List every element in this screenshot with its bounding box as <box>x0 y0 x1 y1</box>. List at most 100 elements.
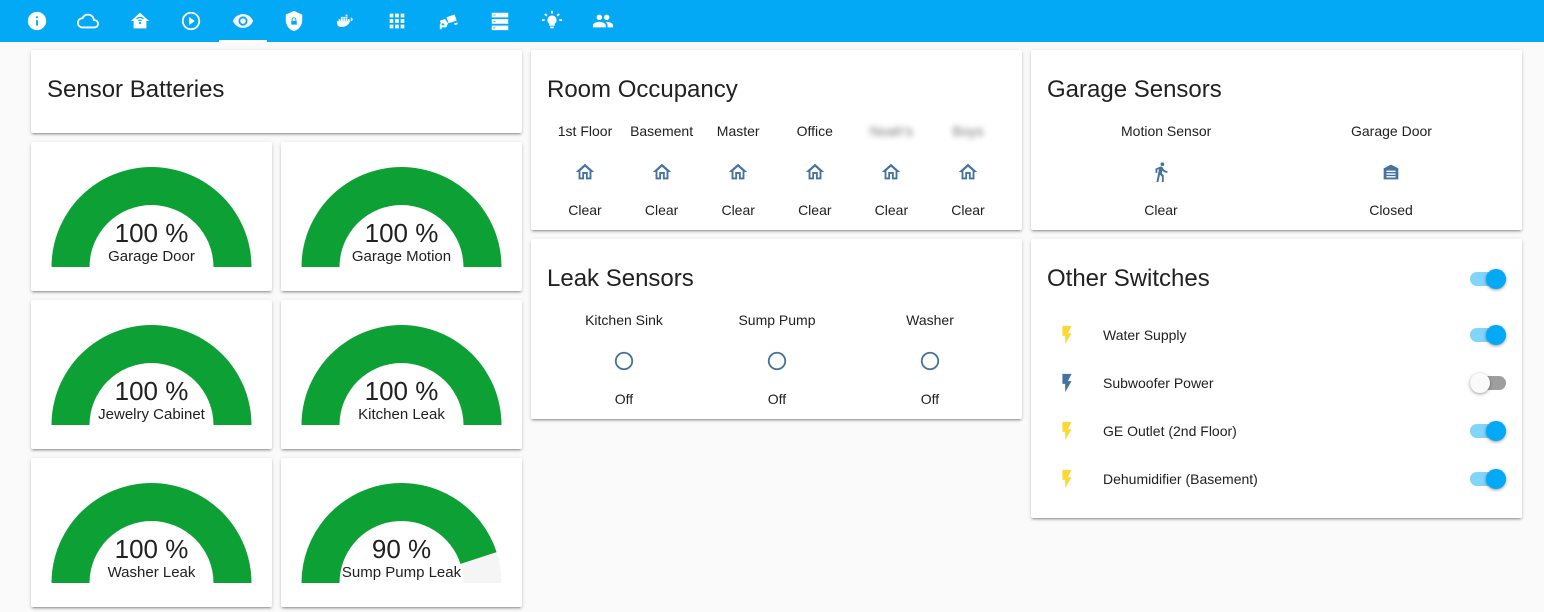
switch-row[interactable]: Subwoofer Power <box>1047 363 1506 403</box>
leak-sensor-entity[interactable]: Kitchen Sink Off <box>584 311 664 408</box>
entity-state: Clear <box>1144 202 1178 218</box>
shield-lock-icon[interactable] <box>270 0 318 42</box>
switch-toggle[interactable] <box>1470 373 1506 393</box>
battery-gauge-card[interactable]: 100 % Garage Door <box>31 142 272 291</box>
gauge-name: Garage Door <box>108 248 195 265</box>
room-entity[interactable]: Office Clear <box>775 122 855 219</box>
room-occupancy-card: Room Occupancy 1st Floor Clear Basement … <box>531 50 1022 230</box>
room-entity[interactable]: Master Clear <box>698 122 778 219</box>
gauge-value: 100 % <box>364 218 439 248</box>
gauge-value: 100 % <box>114 218 189 248</box>
card-title: Other Switches <box>1047 265 1210 292</box>
battery-gauge-card[interactable]: 100 % Washer Leak <box>31 458 272 607</box>
home-outline-icon <box>698 161 778 185</box>
entity-label: Garage Door <box>1351 123 1432 139</box>
entity-label: 1st Floor <box>557 123 613 139</box>
card-title: Room Occupancy <box>547 76 738 103</box>
switch-row[interactable]: Water Supply <box>1047 315 1506 355</box>
other-switches-card: Other Switches Water Supply Subwoofer Po… <box>1031 239 1522 518</box>
toggle-knob <box>1470 373 1490 393</box>
leak-sensor-entity[interactable]: Sump Pump Off <box>737 311 817 408</box>
card-title: Leak Sensors <box>547 265 694 292</box>
entity-label: Sump Pump <box>738 312 816 328</box>
apps-grid-icon[interactable] <box>373 0 421 42</box>
account-group-icon[interactable] <box>579 0 627 42</box>
sensor-batteries-card: Sensor Batteries <box>31 50 522 133</box>
cctv-icon[interactable] <box>425 0 473 42</box>
room-entity[interactable]: Basement Clear <box>622 122 702 219</box>
garage-door-entity[interactable]: Garage Door Closed <box>1351 122 1432 219</box>
home-outline-icon <box>928 161 1008 185</box>
entity-state: Off <box>767 391 787 407</box>
gauge-arc <box>51 325 252 425</box>
entity-state: Clear <box>644 202 679 218</box>
top-tab-bar <box>0 0 1544 42</box>
leak-sensors-card: Leak Sensors Kitchen Sink Off Sump Pump … <box>531 239 1022 419</box>
room-entity[interactable]: Noah's Clear <box>851 122 931 219</box>
switch-row[interactable]: Dehumidifier (Basement) <box>1047 459 1506 499</box>
battery-gauge-card[interactable]: 100 % Garage Motion <box>281 142 522 291</box>
garage-sensors-card: Garage Sensors Motion Sensor Clear Garag… <box>1031 50 1522 230</box>
toggle-knob <box>1486 469 1506 489</box>
gauge-value: 90 % <box>371 534 432 564</box>
switch-toggle[interactable] <box>1470 325 1506 345</box>
entity-label: Motion Sensor <box>1121 123 1212 139</box>
toggle-knob <box>1486 269 1506 289</box>
gauge-arc <box>301 482 502 583</box>
gauge-value: 100 % <box>364 376 439 406</box>
circle-outline-icon <box>737 350 817 374</box>
gauge-name: Sump Pump Leak <box>341 564 462 581</box>
entity-state: Clear <box>874 202 909 218</box>
gauge-arc <box>301 325 502 425</box>
home-wifi-icon[interactable] <box>116 0 164 42</box>
entity-label: Office <box>796 123 833 139</box>
flash-icon <box>1047 420 1087 442</box>
switch-name: GE Outlet (2nd Floor) <box>1103 423 1237 439</box>
room-entity[interactable]: 1st Floor Clear <box>545 122 625 219</box>
battery-gauge-card[interactable]: 100 % Jewelry Cabinet <box>31 300 272 449</box>
gauge-arc <box>301 167 502 267</box>
server-icon[interactable] <box>476 0 524 42</box>
entity-label: Basement <box>630 123 694 139</box>
battery-gauge-card[interactable]: 100 % Kitchen Leak <box>281 300 522 449</box>
card-title: Garage Sensors <box>1047 76 1222 103</box>
switch-name: Dehumidifier (Basement) <box>1103 471 1258 487</box>
gauge-name: Kitchen Leak <box>358 406 445 423</box>
cloud-icon[interactable] <box>64 0 112 42</box>
walk-icon <box>1121 161 1201 185</box>
entity-state: Clear <box>721 202 755 218</box>
gauge-name: Jewelry Cabinet <box>98 406 205 423</box>
lightbulb-icon[interactable] <box>528 0 576 42</box>
docker-icon[interactable] <box>322 0 370 42</box>
info-icon[interactable] <box>13 0 61 42</box>
entity-state: Closed <box>1369 202 1413 218</box>
entity-state: Off <box>614 391 634 407</box>
garage-icon <box>1351 161 1431 185</box>
entity-label: Kitchen Sink <box>585 312 663 328</box>
gauge-value: 100 % <box>114 376 189 406</box>
room-entity[interactable]: Boys Clear <box>928 122 1008 219</box>
flash-icon <box>1047 324 1087 346</box>
home-outline-icon <box>851 161 931 185</box>
gauge-name: Garage Motion <box>351 248 452 265</box>
gauge-name: Washer Leak <box>107 564 196 581</box>
entity-state: Off <box>920 391 940 407</box>
entity-label: Boys <box>952 123 984 139</box>
master-toggle[interactable] <box>1470 269 1506 289</box>
motion-sensor-entity[interactable]: Motion Sensor Clear <box>1121 122 1212 219</box>
card-title: Sensor Batteries <box>47 76 225 103</box>
entity-state: Clear <box>798 202 832 218</box>
leak-sensor-entity[interactable]: Washer Off <box>890 311 970 408</box>
eye-icon[interactable] <box>219 0 267 42</box>
flash-icon <box>1047 372 1087 394</box>
home-outline-icon <box>775 161 855 185</box>
switch-name: Water Supply <box>1103 327 1187 343</box>
switch-toggle[interactable] <box>1470 421 1506 441</box>
switch-toggle[interactable] <box>1470 469 1506 489</box>
play-icon[interactable] <box>167 0 215 42</box>
battery-gauge-card[interactable]: 90 % Sump Pump Leak <box>281 458 522 607</box>
home-outline-icon <box>622 161 702 185</box>
circle-outline-icon <box>584 350 664 374</box>
switch-row[interactable]: GE Outlet (2nd Floor) <box>1047 411 1506 451</box>
home-outline-icon <box>545 161 625 185</box>
